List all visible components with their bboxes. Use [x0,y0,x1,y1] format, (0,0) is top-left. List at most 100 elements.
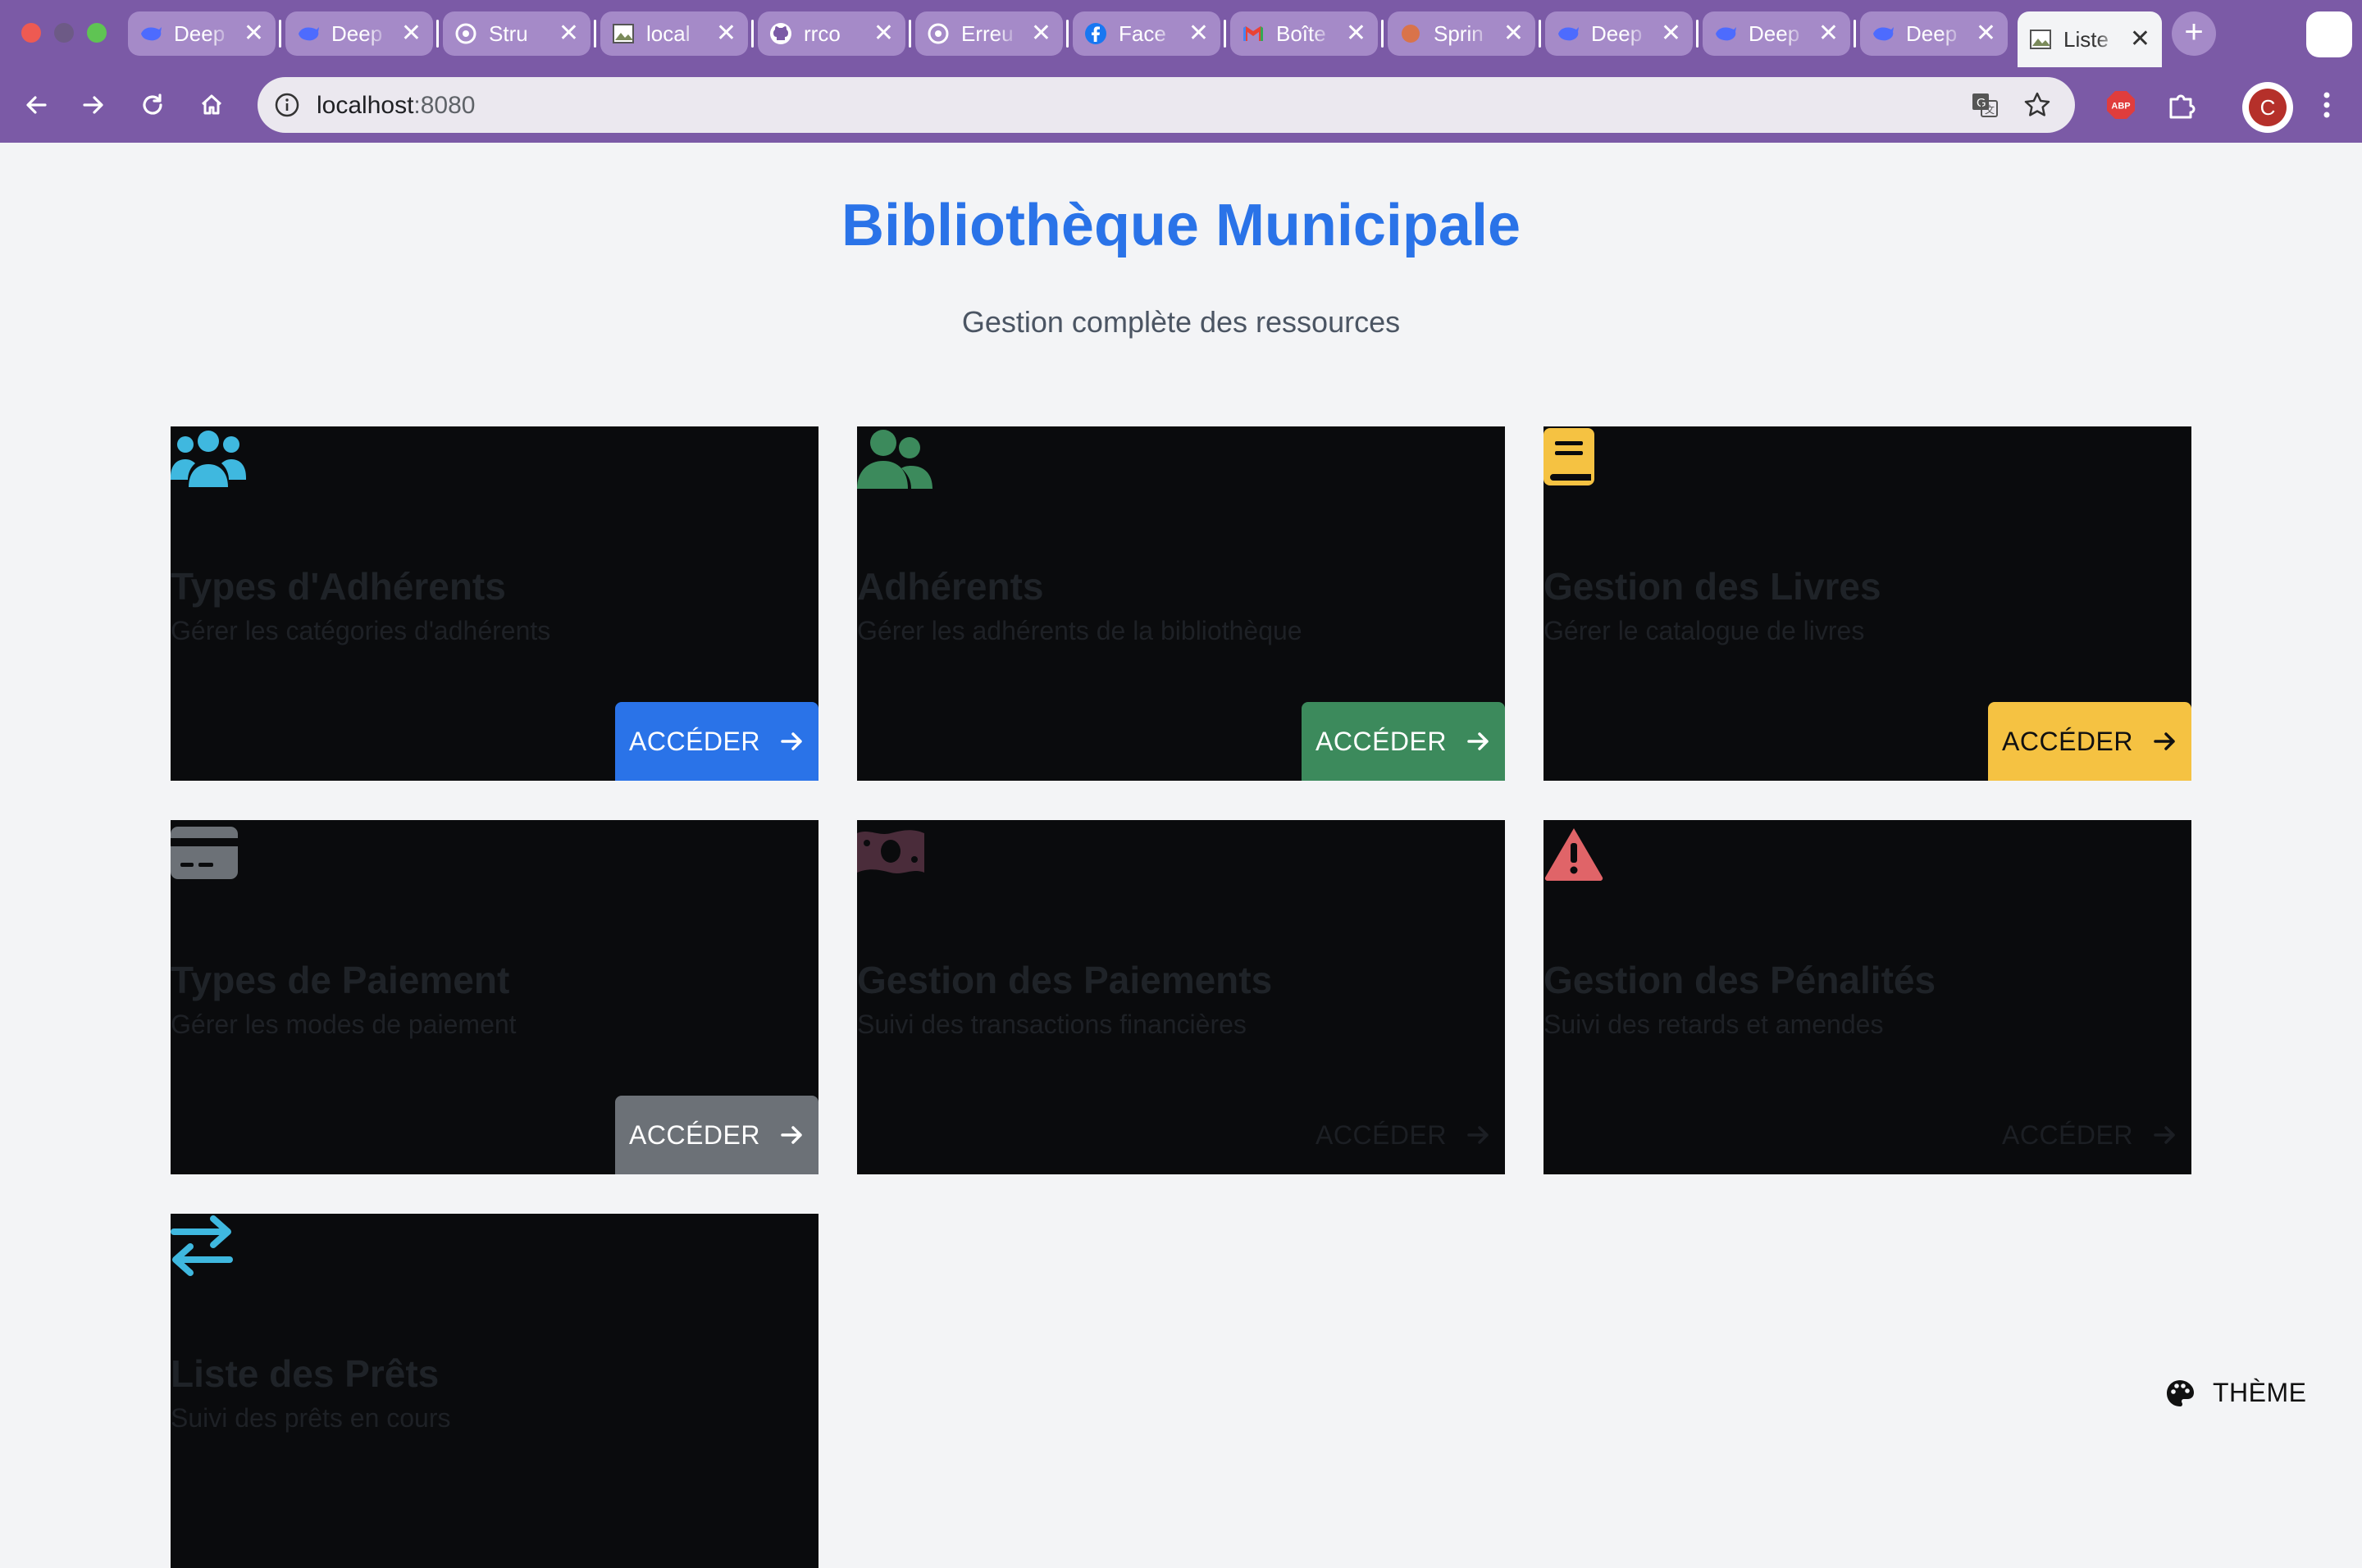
chatgpt-icon [927,22,950,45]
tab-close-icon[interactable]: ✕ [716,21,736,46]
translate-icon[interactable]: G文 [1970,90,1999,120]
avatar-letter: C [2249,89,2287,126]
card-title: Gestion des Paiements [857,959,1273,1001]
access-button[interactable]: ACCÉDER [1302,702,1505,781]
arrow-left-icon [26,96,47,114]
tab-close-icon[interactable]: ✕ [1031,21,1051,46]
tab-close-icon[interactable]: ✕ [1976,21,1996,46]
window-minimize-button[interactable] [54,23,74,43]
home-button[interactable] [189,82,235,128]
browser-tab-active[interactable]: Liste ✕ [2018,11,2162,67]
deepseek-icon [139,22,162,45]
tab-title: Deep [1749,21,1800,46]
card-gestion-penalites: Gestion des Pénalités Suivi des retards … [1544,820,2191,1174]
deepseek-icon [1714,22,1737,45]
profile-avatar[interactable]: C [2242,82,2293,133]
card-title: Types de Paiement [171,959,510,1001]
browser-menu-icon[interactable] [2314,89,2339,121]
users-icon [171,428,246,493]
card-title: Liste des Prêts [171,1352,440,1395]
back-button[interactable] [13,82,59,128]
arrow-right-icon [2154,1126,2175,1144]
arrow-right-icon [1467,1126,1489,1144]
card-description: Gérer le catalogue de livres [1544,616,1865,645]
browser-tab[interactable]: rrco ✕ [758,11,905,56]
card-title: Gestion des Livres [1544,565,1881,608]
tab-separator [909,20,911,48]
tab-close-icon[interactable]: ✕ [1503,21,1524,46]
tab-separator [1696,20,1699,48]
theme-button[interactable]: THÈME [2165,1378,2307,1408]
access-button[interactable]: ACCÉDER [1988,702,2191,781]
address-url[interactable]: localhost:8080 [317,92,475,120]
access-button[interactable]: ACCÉDER [615,1096,818,1174]
tab-separator [751,20,754,48]
money-bill-icon [857,827,924,880]
arrow-right-icon [1467,732,1489,750]
tab-close-icon[interactable]: ✕ [2130,27,2150,52]
browser-tab[interactable]: Deep ✕ [1703,11,1850,56]
url-host: localhost [317,92,414,119]
browser-tab[interactable]: Erreu ✕ [915,11,1063,56]
tab-close-icon[interactable]: ✕ [1346,21,1366,46]
window-close-button[interactable] [21,23,41,43]
tab-separator [594,20,596,48]
tab-close-icon[interactable]: ✕ [401,21,422,46]
github-icon [769,22,792,45]
tab-search-button[interactable] [2306,11,2352,57]
tab-close-icon[interactable]: ✕ [1818,21,1839,46]
window-maximize-button[interactable] [87,23,107,43]
tab-title: rrco [804,21,841,46]
new-tab-button[interactable]: + [2172,11,2216,56]
page-subtitle: Gestion complète des ressources [961,305,1401,339]
access-button[interactable]: ACCÉDER [1988,1096,2191,1174]
browser-tab[interactable]: Stru ✕ [443,11,590,56]
browser-tab[interactable]: Deep ✕ [285,11,433,56]
card-description: Gérer les catégories d'adhérents [171,616,551,645]
card-description: Suivi des transactions financières [857,1010,1247,1039]
tab-title: Deep [1591,21,1643,46]
page-title: Bibliothèque Municipale [841,193,1521,258]
reload-button[interactable] [130,82,176,128]
image-icon [2029,28,2052,51]
browser-tab[interactable]: Deep ✕ [1545,11,1693,56]
browser-tab[interactable]: Deep ✕ [1860,11,2008,56]
browser-tab[interactable]: Boîte ✕ [1230,11,1378,56]
facebook-icon [1084,22,1107,45]
browser-tab-strip: Deep ✕ Deep ✕ Stru ✕ local ✕ rrco ✕ Erre… [0,0,2362,67]
browser-tab[interactable]: Deep ✕ [128,11,276,56]
tab-separator [1381,20,1384,48]
tab-close-icon[interactable]: ✕ [1188,21,1209,46]
card-title: Types d'Adhérents [171,565,506,608]
browser-tab[interactable]: Sprin ✕ [1388,11,1535,56]
tab-title: Erreu [961,21,1014,46]
browser-tab[interactable]: Face ✕ [1073,11,1220,56]
card-gestion-paiements: Gestion des Paiements Suivi des transact… [857,820,1505,1174]
extensions-puzzle-icon[interactable] [2165,89,2198,121]
reload-icon [143,93,162,115]
address-bar[interactable]: localhost:8080 G文 [258,77,2075,133]
tab-title: Deep [331,21,383,46]
access-button[interactable]: ACCÉDER [615,702,818,781]
access-button[interactable]: ACCÉDER [1302,1096,1505,1174]
tab-close-icon[interactable]: ✕ [1661,21,1681,46]
tab-close-icon[interactable]: ✕ [244,21,264,46]
tab-close-icon[interactable]: ✕ [873,21,894,46]
tab-separator [1539,20,1541,48]
browser-tab[interactable]: local ✕ [600,11,748,56]
tab-title: Deep [1906,21,1958,46]
bookmark-star-icon[interactable] [2022,90,2052,120]
card-description: Suivi des prêts en cours [171,1403,451,1433]
tab-close-icon[interactable]: ✕ [559,21,579,46]
forward-button[interactable] [71,82,116,128]
site-info-icon[interactable] [274,92,300,118]
gmail-icon [1242,22,1265,45]
access-button-label: ACCÉDER [629,726,760,756]
url-port: :8080 [413,92,476,119]
adblock-extension-icon[interactable]: ABP [2104,89,2137,121]
arrow-right-icon [781,1126,802,1144]
card-liste-prets: Liste des Prêts Suivi des prêts en cours [171,1214,818,1568]
chatgpt-icon [454,22,477,45]
palette-icon [2167,1379,2194,1406]
book-icon [1544,428,1598,495]
